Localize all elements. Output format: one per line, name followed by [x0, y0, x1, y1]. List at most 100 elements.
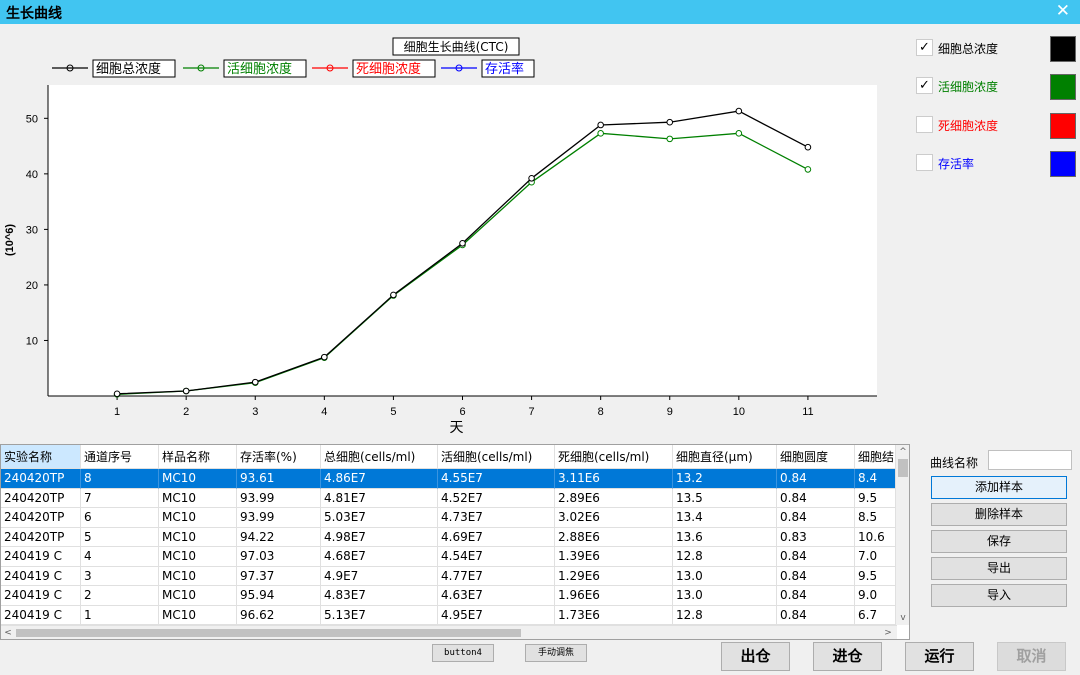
- table-cell[interactable]: 240420TP: [1, 508, 81, 528]
- table-cell[interactable]: 13.6: [673, 527, 777, 547]
- table-cell[interactable]: 0.84: [777, 469, 855, 489]
- table-row[interactable]: 240419 C 2 MC10 95.94 4.83E7 4.63E7 1.96E6 13.0…: [1, 586, 909, 606]
- vertical-scrollbar[interactable]: ^ v: [895, 445, 909, 625]
- table-cell[interactable]: 4.98E7: [321, 527, 438, 547]
- table-cell[interactable]: 12.8: [673, 547, 777, 567]
- table-cell[interactable]: 13.0: [673, 566, 777, 586]
- manual-focus-button[interactable]: 手动调焦: [525, 644, 587, 662]
- table-cell[interactable]: 0.83: [777, 527, 855, 547]
- table-cell[interactable]: MC10: [159, 566, 237, 586]
- table-cell[interactable]: 1.39E6: [555, 547, 673, 567]
- table-cell[interactable]: 13.0: [673, 586, 777, 606]
- table-cell[interactable]: 4.63E7: [438, 586, 555, 606]
- table-cell[interactable]: 96.62: [237, 605, 321, 625]
- horizontal-scroll-thumb[interactable]: [16, 629, 521, 637]
- curve-option-live[interactable]: ✓ 活细胞浓度: [916, 74, 1076, 100]
- cancel-button[interactable]: 取消: [997, 642, 1066, 671]
- table-cell[interactable]: MC10: [159, 605, 237, 625]
- table-cell[interactable]: 0.84: [777, 488, 855, 508]
- table-cell[interactable]: 8: [81, 469, 159, 489]
- column-header[interactable]: 细胞直径(μm): [673, 445, 777, 469]
- table-cell[interactable]: 5.13E7: [321, 605, 438, 625]
- column-header[interactable]: 通道序号: [81, 445, 159, 469]
- table-cell[interactable]: 0.84: [777, 547, 855, 567]
- table-row[interactable]: 240420TP 5 MC10 94.22 4.98E7 4.69E7 2.88E6 13.6…: [1, 527, 909, 547]
- load-button[interactable]: 进仓: [813, 642, 882, 671]
- table-cell[interactable]: 3: [81, 566, 159, 586]
- column-header[interactable]: 总细胞(cells/ml): [321, 445, 438, 469]
- table-cell[interactable]: 93.99: [237, 508, 321, 528]
- curve-option-viability[interactable]: 存活率: [916, 151, 1076, 177]
- curve-name-input[interactable]: [988, 450, 1072, 470]
- table-cell[interactable]: 240420TP: [1, 488, 81, 508]
- checkbox-live[interactable]: ✓: [916, 77, 933, 94]
- scroll-left-icon[interactable]: <: [1, 626, 15, 639]
- table-cell[interactable]: 0.84: [777, 566, 855, 586]
- column-header[interactable]: 活细胞(cells/ml): [438, 445, 555, 469]
- add-sample-button[interactable]: 添加样本: [931, 476, 1067, 499]
- button4-button[interactable]: button4: [432, 644, 494, 662]
- table-cell[interactable]: 93.61: [237, 469, 321, 489]
- table-cell[interactable]: 240420TP: [1, 469, 81, 489]
- table-cell[interactable]: 0.84: [777, 586, 855, 606]
- color-swatch-viability[interactable]: [1050, 151, 1076, 177]
- table-cell[interactable]: 6: [81, 508, 159, 528]
- checkbox-viability[interactable]: [916, 154, 933, 171]
- curve-option-total[interactable]: ✓ 细胞总浓度: [916, 36, 1076, 62]
- import-button[interactable]: 导入: [931, 584, 1067, 607]
- table-row[interactable]: 240419 C 4 MC10 97.03 4.68E7 4.54E7 1.39E6 12.8…: [1, 547, 909, 567]
- table-cell[interactable]: 97.37: [237, 566, 321, 586]
- table-cell[interactable]: 93.99: [237, 488, 321, 508]
- table-cell[interactable]: MC10: [159, 527, 237, 547]
- table-cell[interactable]: 240419 C: [1, 605, 81, 625]
- color-swatch-total[interactable]: [1050, 36, 1076, 62]
- table-cell[interactable]: 12.8: [673, 605, 777, 625]
- table-row[interactable]: 240420TP 6 MC10 93.99 5.03E7 4.73E7 3.02E6 13.4…: [1, 508, 909, 528]
- table-cell[interactable]: 94.22: [237, 527, 321, 547]
- table-cell[interactable]: 5.03E7: [321, 508, 438, 528]
- table-cell[interactable]: 13.5: [673, 488, 777, 508]
- table-cell[interactable]: 4.9E7: [321, 566, 438, 586]
- column-header[interactable]: 死细胞(cells/ml): [555, 445, 673, 469]
- close-icon[interactable]: ✕: [1056, 1, 1070, 21]
- table-cell[interactable]: 4.54E7: [438, 547, 555, 567]
- results-table[interactable]: 实验名称 通道序号 样品名称 存活率(%) 总细胞(cells/ml) 活细胞(cells…: [0, 444, 910, 640]
- color-swatch-live[interactable]: [1050, 74, 1076, 100]
- table-cell[interactable]: 5: [81, 527, 159, 547]
- table-cell[interactable]: 3.11E6: [555, 469, 673, 489]
- table-cell[interactable]: 4.95E7: [438, 605, 555, 625]
- eject-button[interactable]: 出仓: [721, 642, 790, 671]
- column-header[interactable]: 存活率(%): [237, 445, 321, 469]
- table-cell[interactable]: 2.88E6: [555, 527, 673, 547]
- delete-sample-button[interactable]: 删除样本: [931, 503, 1067, 526]
- table-cell[interactable]: 2: [81, 586, 159, 606]
- scroll-up-icon[interactable]: ^: [896, 445, 909, 459]
- column-header[interactable]: 实验名称: [1, 445, 81, 469]
- checkbox-total[interactable]: ✓: [916, 39, 933, 56]
- table-cell[interactable]: MC10: [159, 469, 237, 489]
- table-cell[interactable]: 95.94: [237, 586, 321, 606]
- table-row[interactable]: 240419 C 1 MC10 96.62 5.13E7 4.95E7 1.73E6 12.8…: [1, 605, 909, 625]
- table-cell[interactable]: MC10: [159, 586, 237, 606]
- table-cell[interactable]: 1.29E6: [555, 566, 673, 586]
- table-cell[interactable]: 13.4: [673, 508, 777, 528]
- color-swatch-dead[interactable]: [1050, 113, 1076, 139]
- scroll-down-icon[interactable]: v: [896, 611, 909, 625]
- column-header[interactable]: 样品名称: [159, 445, 237, 469]
- table-cell[interactable]: 240419 C: [1, 586, 81, 606]
- table-cell[interactable]: 4.55E7: [438, 469, 555, 489]
- table-cell[interactable]: 3.02E6: [555, 508, 673, 528]
- table-row[interactable]: 240420TP 7 MC10 93.99 4.81E7 4.52E7 2.89E6 13.5…: [1, 488, 909, 508]
- table-cell[interactable]: 240419 C: [1, 547, 81, 567]
- table-cell[interactable]: 1.73E6: [555, 605, 673, 625]
- curve-option-dead[interactable]: 死细胞浓度: [916, 113, 1076, 139]
- export-button[interactable]: 导出: [931, 557, 1067, 580]
- horizontal-scrollbar[interactable]: < >: [1, 625, 897, 639]
- table-cell[interactable]: 240420TP: [1, 527, 81, 547]
- table-row[interactable]: 240419 C 3 MC10 97.37 4.9E7 4.77E7 1.29E6 13.0 0…: [1, 566, 909, 586]
- table-cell[interactable]: 4.73E7: [438, 508, 555, 528]
- table-cell[interactable]: 4.77E7: [438, 566, 555, 586]
- table-cell[interactable]: 4.81E7: [321, 488, 438, 508]
- table-cell[interactable]: MC10: [159, 547, 237, 567]
- table-cell[interactable]: 4.86E7: [321, 469, 438, 489]
